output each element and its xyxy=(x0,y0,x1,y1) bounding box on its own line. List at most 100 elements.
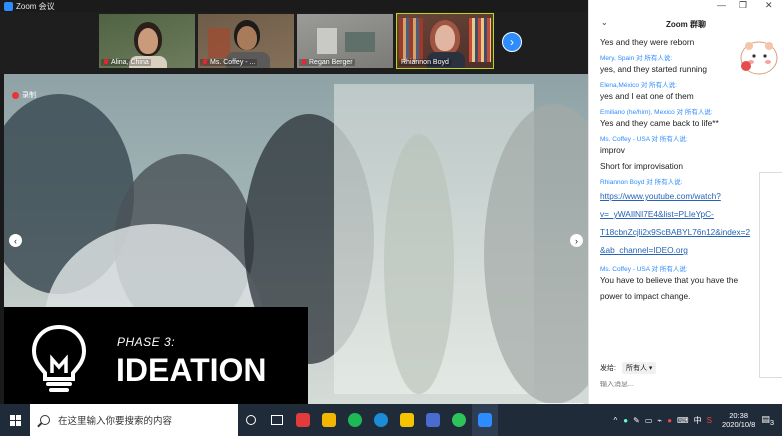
chat-message: Yes and they were reborn xyxy=(600,36,776,48)
taskbar-app[interactable] xyxy=(394,404,420,436)
send-to-row: 发给: 所有人 ▾ xyxy=(600,362,657,374)
ime-indicator[interactable]: 中 xyxy=(694,415,702,426)
sender-name: Rhiannon Boyd xyxy=(600,179,645,186)
sender-name: Ms. Coffey - USA xyxy=(600,266,650,273)
participant-video[interactable]: Ms. Coffey - ... xyxy=(197,13,295,69)
chat-header: ⌄ Zoom 群聊 xyxy=(589,14,782,34)
antivirus-icon[interactable]: ● xyxy=(667,416,672,425)
message-text: yes, and they started running xyxy=(600,64,708,74)
participant-video-active-speaker[interactable]: Rhiannon Boyd xyxy=(396,13,494,69)
clock-date: 2020/10/8 xyxy=(721,420,756,429)
message-text: You have to believe that you have the xyxy=(600,275,739,285)
task-view-button[interactable] xyxy=(264,404,290,436)
wechat-tray-icon[interactable]: ● xyxy=(623,416,628,425)
participant-name: Regan Berger xyxy=(309,59,353,66)
sogou-icon[interactable]: S xyxy=(707,416,712,425)
chevron-right-icon: › xyxy=(510,35,514,49)
side-panel-handle[interactable] xyxy=(759,172,782,378)
message-sender: Emiliano (he/him), Mexico 对 所有人说: xyxy=(600,108,776,117)
sender-name: Ms. Coffey - USA xyxy=(600,136,650,143)
network-icon[interactable]: ⌁ xyxy=(657,416,662,425)
wall-frame xyxy=(317,28,337,54)
sender-name: Elena,México xyxy=(600,82,640,89)
chat-message-list: Yes and they were reborn Mery, Spain 对 所… xyxy=(600,36,776,308)
sender-name: Emiliano (he/him), Mexico xyxy=(600,109,675,116)
next-page-button[interactable]: › xyxy=(570,234,583,247)
windows-taskbar: 在这里输入你要搜索的内容 ^ ● ✎ ▭ ⌁ ● ⌨ 中 S 20:38 202… xyxy=(0,404,782,436)
to-word: 对 xyxy=(676,109,684,116)
participant-name: Ms. Coffey - ... xyxy=(210,59,256,66)
sender-name: Mery, Spain xyxy=(600,55,635,62)
chat-message-input[interactable] xyxy=(600,381,776,388)
recipient: 所有人说: xyxy=(684,109,713,116)
battery-icon[interactable]: ▭ xyxy=(645,416,653,425)
cortana-button[interactable] xyxy=(238,404,264,436)
message-link[interactable]: v=_yWAIlNI7E4&list=PLIeYpC- xyxy=(600,205,776,223)
chat-window-controls: — ❐ ✕ xyxy=(589,0,782,14)
restore-icon[interactable]: ❐ xyxy=(739,0,747,11)
message-link[interactable]: T18cbnZcjli2x9ScBABYL76n12&index=2 xyxy=(600,223,776,241)
participant-video[interactable]: Alina, China xyxy=(98,13,196,69)
notes-icon xyxy=(400,413,414,427)
search-placeholder: 在这里输入你要搜索的内容 xyxy=(58,416,173,427)
phase-label: PHASE 3: xyxy=(117,335,176,349)
recipient-select[interactable]: 所有人 ▾ xyxy=(621,362,657,374)
chat-panel: — ❐ ✕ ⌄ Zoom 群聊 Yes and they were reborn… xyxy=(588,0,782,404)
message-sender: Rhiannon Boyd 对 所有人说: xyxy=(600,178,776,187)
pen-icon[interactable]: ✎ xyxy=(633,416,640,425)
to-word: 对 xyxy=(646,179,653,186)
lightbulb-icon xyxy=(31,324,87,392)
recipient: 所有人说: xyxy=(654,179,683,186)
to-word: 对 xyxy=(640,82,648,89)
zoom-logo-icon xyxy=(4,1,13,11)
message-text: Short for improvisation xyxy=(600,161,684,171)
participant-strip: Alina, China Ms. Coffey - ... Regan Berg… xyxy=(0,12,588,74)
to-word: 对 xyxy=(651,266,659,273)
message-sender: Elena,México 对 所有人说: xyxy=(600,81,776,90)
bookshelf xyxy=(399,18,423,62)
participant-name-tag: Regan Berger xyxy=(299,59,355,66)
taskbar-search-box[interactable]: 在这里输入你要搜索的内容 xyxy=(30,404,238,436)
message-text: yes and I eat one of them xyxy=(600,91,694,101)
participant-video[interactable]: Regan Berger xyxy=(296,13,394,69)
recipient: 所有人说: xyxy=(659,266,688,273)
message-sender: Ms. Coffey - USA 对 所有人说: xyxy=(600,135,776,144)
prev-page-button[interactable]: ‹ xyxy=(9,234,22,247)
taskbar-app[interactable] xyxy=(420,404,446,436)
taskbar-app[interactable] xyxy=(368,404,394,436)
recipient: 所有人说: xyxy=(649,82,677,89)
close-icon[interactable]: ✕ xyxy=(765,0,773,11)
notification-center-icon[interactable]: ▤3 xyxy=(761,414,774,427)
participant-face xyxy=(435,25,455,51)
taskbar-app[interactable] xyxy=(290,404,316,436)
folder-icon xyxy=(322,413,336,427)
to-word: 对 xyxy=(651,136,659,143)
meeting-area: Alina, China Ms. Coffey - ... Regan Berg… xyxy=(0,12,588,412)
next-participants-button[interactable]: › xyxy=(502,32,522,52)
participant-name: Alina, China xyxy=(111,59,149,66)
participant-name-tag: Rhiannon Boyd xyxy=(399,59,451,66)
keyboard-icon[interactable]: ⌨ xyxy=(677,416,689,425)
zoom-icon xyxy=(478,413,492,427)
start-button[interactable] xyxy=(0,404,30,436)
window-titlebar: Zoom 会议 xyxy=(0,0,588,12)
clock[interactable]: 20:38 2020/10/8 xyxy=(722,411,755,429)
minimize-icon[interactable]: — xyxy=(717,0,726,10)
circle-icon xyxy=(246,415,256,425)
clock-time: 20:38 xyxy=(729,411,749,420)
to-word: 对 xyxy=(636,55,643,62)
message-link[interactable]: &ab_channel=IDEO.org xyxy=(600,241,776,259)
chevron-down-icon[interactable]: ⌄ xyxy=(601,18,608,27)
tray-expand-icon[interactable]: ^ xyxy=(614,416,618,425)
record-dot-icon xyxy=(12,91,19,99)
chat-message: Ms. Coffey - USA 对 所有人说: improv Short fo… xyxy=(600,135,776,172)
chevron-right-icon: › xyxy=(575,235,578,246)
recipient: 所有人说: xyxy=(659,136,688,143)
chat-message: Mery, Spain 对 所有人说: yes, and they starte… xyxy=(600,54,776,75)
message-link[interactable]: https://www.youtube.com/watch? xyxy=(600,187,776,205)
taskbar-app[interactable] xyxy=(446,404,472,436)
taskbar-app[interactable] xyxy=(316,404,342,436)
notification-count: 3 xyxy=(769,417,774,427)
taskbar-app-zoom[interactable] xyxy=(472,404,498,436)
taskbar-app[interactable] xyxy=(342,404,368,436)
